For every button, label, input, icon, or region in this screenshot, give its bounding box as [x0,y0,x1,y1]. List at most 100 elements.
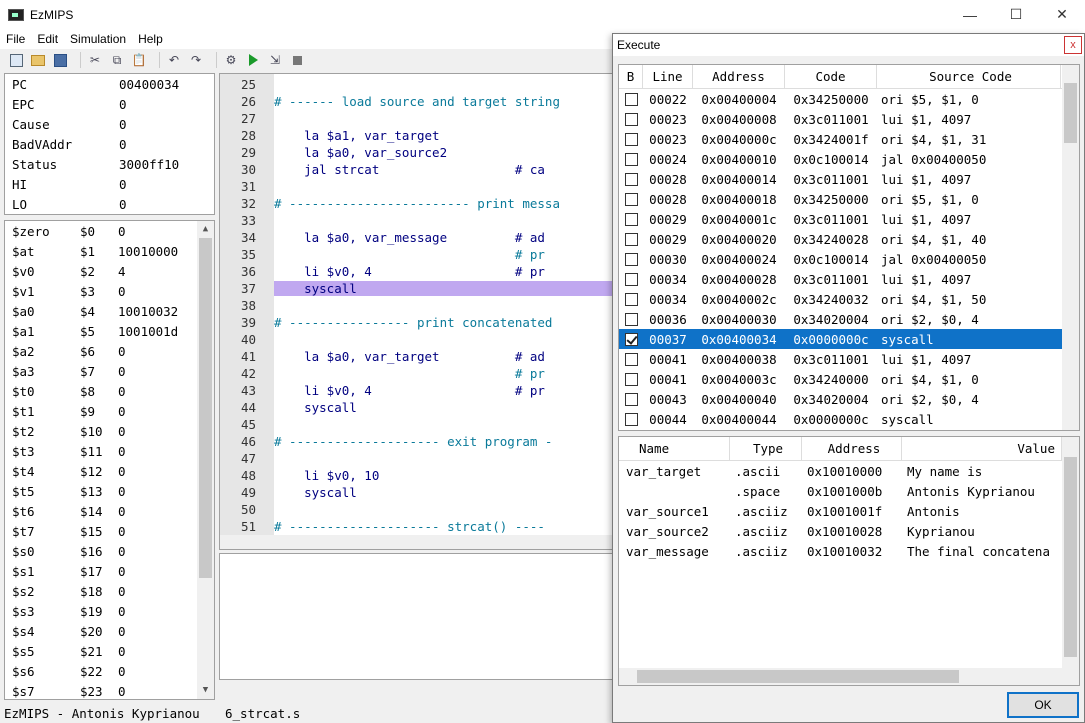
gp-registers-scrollbar[interactable]: ▲ ▼ [197,221,214,699]
gp-register-row: $s0 $16 0 [5,541,214,561]
undo-icon[interactable]: ↶ [166,52,182,68]
editor-hscrollbar[interactable] [220,535,618,549]
line-cell: 00028 [649,191,687,207]
data-table-vscrollbar[interactable] [1062,437,1079,669]
open-folder-icon[interactable] [30,52,46,68]
data-row[interactable]: var_source1 .asciiz 0x1001001f Antonis [619,501,1079,521]
execution-row[interactable]: 00029 0x00400020 0x34240028 ori $4, $1, 40 [619,229,1079,249]
column-header-code[interactable]: Code [785,65,877,89]
execution-row[interactable]: 00024 0x00400010 0x0c100014 jal 0x00400050 [619,149,1079,169]
execution-row[interactable]: 00036 0x00400030 0x34020004 ori $2, $0, 4 [619,309,1079,329]
execution-row[interactable]: 00022 0x00400004 0x34250000 ori $5, $1, 0 [619,89,1079,109]
scrollbar-thumb[interactable] [199,238,212,578]
data-row[interactable]: var_source2 .asciiz 0x10010028 Kyprianou [619,521,1079,541]
breakpoint-checkbox[interactable] [624,112,638,126]
execution-row[interactable]: 00028 0x00400014 0x3c011001 lui $1, 4097 [619,169,1079,189]
breakpoint-checkbox[interactable] [624,292,638,306]
breakpoint-checkbox[interactable] [624,312,638,326]
column-header-name[interactable]: Name [619,437,730,461]
execution-row-current[interactable]: 00037 0x00400034 0x0000000c syscall [619,329,1079,349]
column-header-address[interactable]: Address [802,437,902,461]
run-icon[interactable] [245,52,261,68]
copy-icon[interactable]: ⧉ [109,52,125,68]
code-editor[interactable]: 25 26 # ------ load source and target stri… [219,73,619,550]
execution-row[interactable]: 00034 0x0040002c 0x34240032 ori $4, $1, 50 [619,289,1079,309]
breakpoint-checkbox[interactable] [624,352,638,366]
scrollbar-thumb[interactable] [1064,83,1077,143]
execution-row[interactable]: 00034 0x00400028 0x3c011001 lui $1, 4097 [619,269,1079,289]
column-header-source[interactable]: Source Code [877,65,1061,89]
column-header-address[interactable]: Address [693,65,785,89]
breakpoint-checkbox[interactable] [624,92,638,106]
close-button[interactable]: ✕ [1039,0,1085,29]
data-table-header: Name Type Address Value [619,437,1079,461]
execution-row[interactable]: 00028 0x00400018 0x34250000 ori $5, $1, 0 [619,189,1079,209]
execution-row[interactable]: 00044 0x00400044 0x0000000c syscall [619,409,1079,429]
execution-row[interactable]: 00041 0x00400038 0x3c011001 lui $1, 4097 [619,349,1079,369]
console-hscrollbar[interactable] [219,683,619,699]
breakpoint-checkbox[interactable] [624,132,638,146]
register-number: $6 [80,343,96,359]
data-row[interactable]: var_target .ascii 0x10010000 My name is [619,461,1079,481]
breakpoint-checkbox[interactable] [624,152,638,166]
paste-icon[interactable]: 📋 [131,52,147,68]
data-table-hscrollbar[interactable] [619,668,1079,685]
line-number: 37 [240,281,256,296]
register-number: $7 [80,363,96,379]
breakpoint-checkbox[interactable] [624,192,638,206]
column-header-line[interactable]: Line [643,65,693,89]
breakpoint-cell [619,312,643,326]
scroll-down-icon[interactable]: ▼ [197,682,214,699]
breakpoint-checkbox[interactable] [624,272,638,286]
code-line: 42 # pr [220,365,618,382]
cut-icon[interactable]: ✂ [87,52,103,68]
column-header-type[interactable]: Type [730,437,802,461]
gp-register-row: $v1 $3 0 [5,281,214,301]
console-output[interactable] [219,553,619,680]
register-name: $t0 [12,383,35,399]
maximize-button[interactable]: ☐ [993,0,1039,29]
breakpoint-checkbox[interactable] [624,332,638,346]
register-number: $1 [80,243,96,259]
minimize-button[interactable]: — [947,0,993,29]
data-row[interactable]: .space 0x1001000b Antonis Kyprianou [619,481,1079,501]
execution-row[interactable]: 00041 0x0040003c 0x34240000 ori $4, $1, 0 [619,369,1079,389]
step-icon[interactable]: ⇲ [267,52,283,68]
execution-row[interactable]: 00023 0x0040000c 0x3424001f ori $4, $1, 31 [619,129,1079,149]
save-icon[interactable] [52,52,68,68]
code-cell: 0x3c011001 [793,111,869,127]
breakpoint-checkbox[interactable] [624,412,638,426]
data-row[interactable]: var_message .asciiz 0x10010032 The final co… [619,541,1079,561]
ok-button[interactable]: OK [1007,692,1079,718]
breakpoint-checkbox[interactable] [624,372,638,386]
dialog-title-bar: Execute x [613,34,1084,56]
execution-row[interactable]: 00029 0x0040001c 0x3c011001 lui $1, 4097 [619,209,1079,229]
breakpoint-checkbox[interactable] [624,232,638,246]
breakpoint-checkbox[interactable] [624,172,638,186]
menu-edit[interactable]: Edit [31,32,64,46]
column-header-value[interactable]: Value [902,437,1062,461]
menu-file[interactable]: File [0,32,31,46]
assemble-icon[interactable]: ⚙ [223,52,239,68]
code-line: 31 [220,178,618,195]
column-header-b[interactable]: B [619,65,643,89]
execution-row[interactable]: 00023 0x00400008 0x3c011001 lui $1, 4097 [619,109,1079,129]
code-text: li $v0, 4 # pr [274,264,545,279]
scrollbar-thumb[interactable] [1064,457,1077,657]
new-file-icon[interactable] [8,52,24,68]
execution-row[interactable]: 00043 0x00400040 0x34020004 ori $2, $0, 4 [619,389,1079,409]
scrollbar-thumb[interactable] [637,670,959,683]
scroll-up-icon[interactable]: ▲ [197,221,214,238]
dialog-close-button[interactable]: x [1064,36,1082,54]
execution-row[interactable]: 00030 0x00400024 0x0c100014 jal 0x00400050 [619,249,1079,269]
breakpoint-checkbox[interactable] [624,212,638,226]
code-line: 44 syscall [220,399,618,416]
stop-icon[interactable] [289,52,305,68]
line-number: 50 [240,502,256,517]
execution-table-scrollbar[interactable] [1062,65,1079,430]
breakpoint-checkbox[interactable] [624,392,638,406]
breakpoint-checkbox[interactable] [624,252,638,266]
menu-help[interactable]: Help [132,32,169,46]
redo-icon[interactable]: ↷ [188,52,204,68]
menu-simulation[interactable]: Simulation [64,32,132,46]
